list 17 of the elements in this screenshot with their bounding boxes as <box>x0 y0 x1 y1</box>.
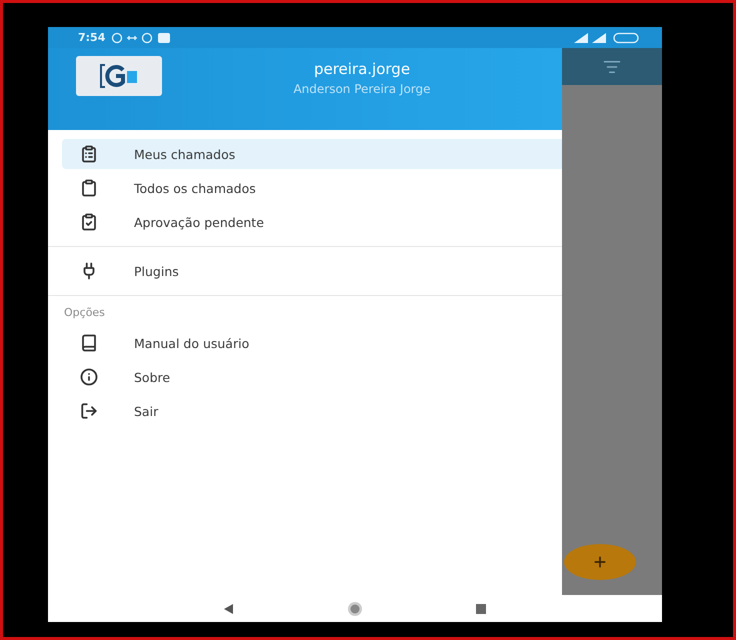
plus-icon <box>592 554 608 570</box>
menu-item[interactable]: Manual do usuário <box>62 328 562 358</box>
menu-item[interactable]: Sair <box>62 396 562 426</box>
clipboard-check-icon <box>80 213 98 231</box>
menu-item[interactable]: Todos os chamados <box>62 173 562 203</box>
menu-item[interactable]: Meus chamados <box>62 139 562 169</box>
clipboard-icon <box>80 179 98 197</box>
username: pereira.jorge <box>314 60 410 78</box>
status-time: 7:54 <box>78 31 106 44</box>
book-icon <box>80 334 98 352</box>
menu-item[interactable]: Sobre <box>62 362 562 392</box>
recents-button[interactable] <box>474 602 488 616</box>
full-name: Anderson Pereira Jorge <box>293 82 431 96</box>
menu-item[interactable]: Aprovação pendente <box>62 207 562 237</box>
section-heading: Opções <box>63 305 106 321</box>
info-icon <box>80 368 98 386</box>
menu-item[interactable]: Plugins <box>62 256 562 286</box>
